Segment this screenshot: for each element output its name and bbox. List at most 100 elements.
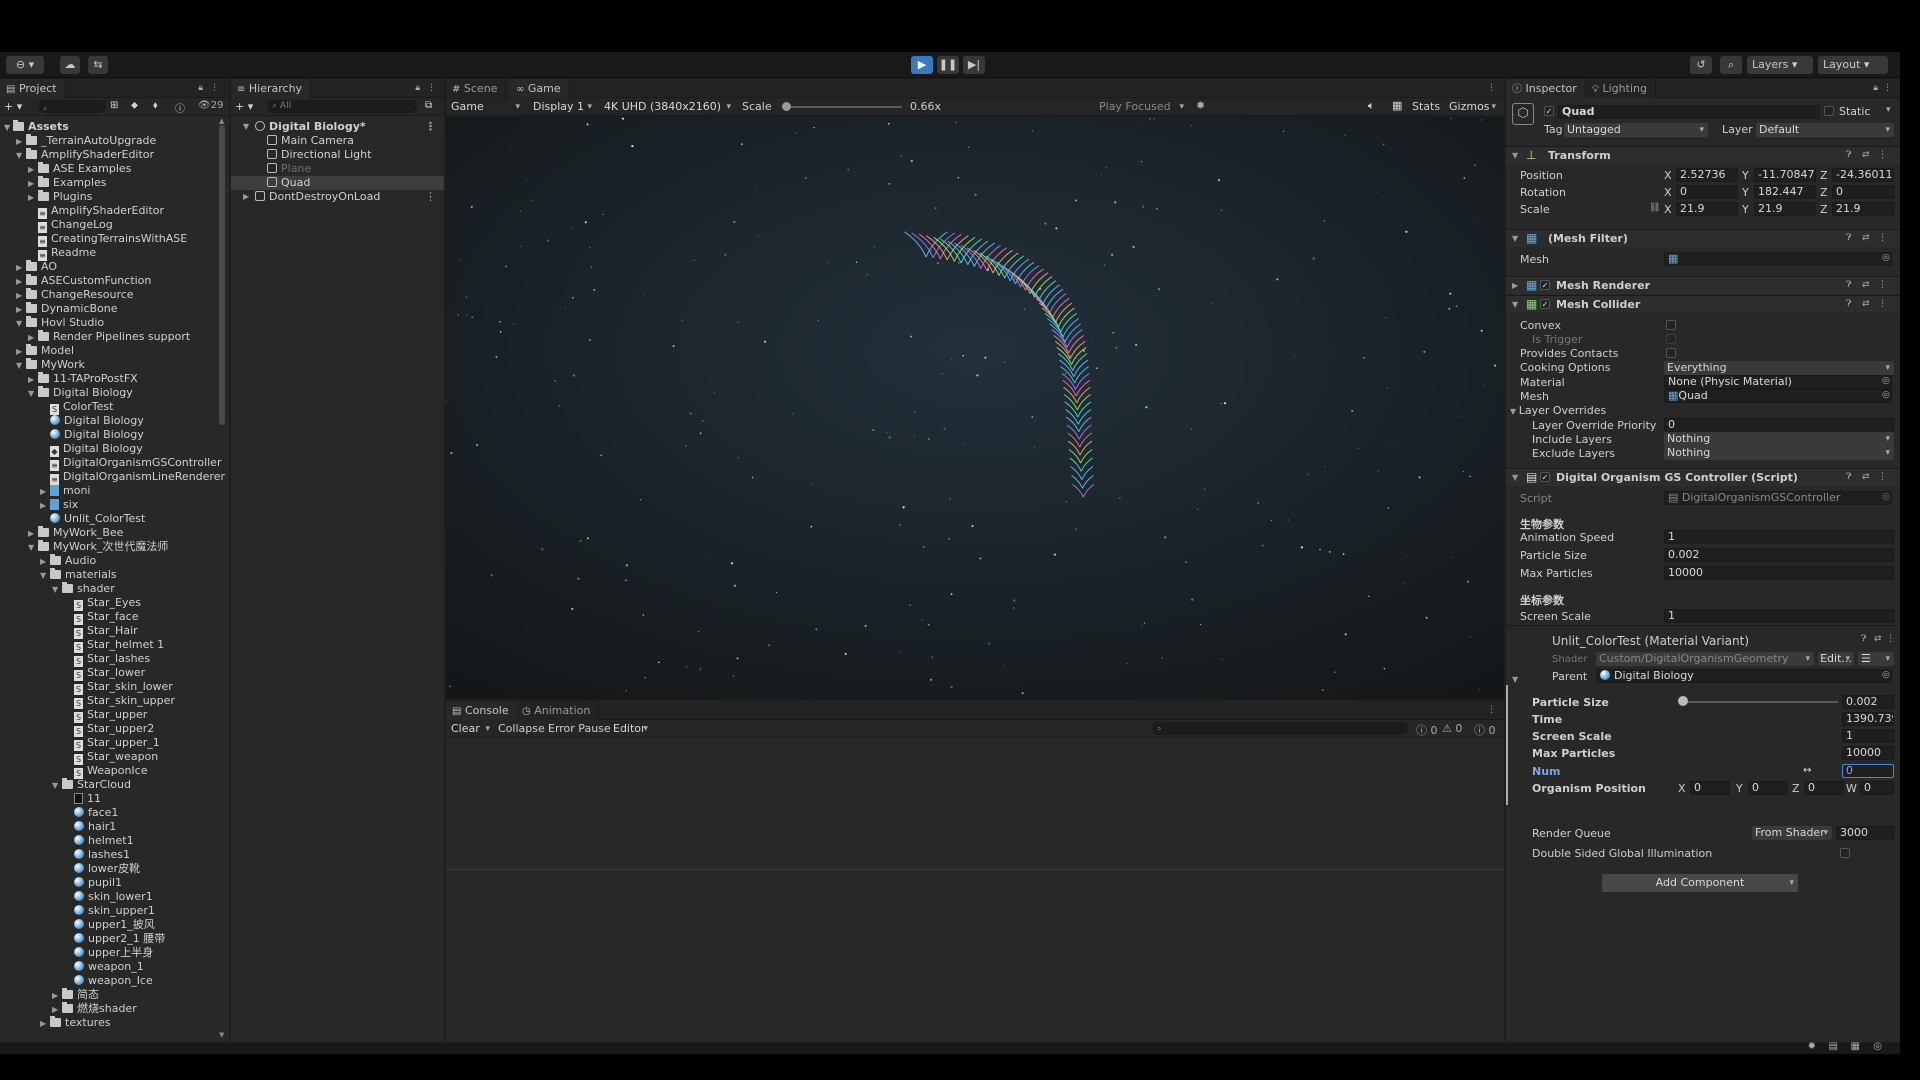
project-item[interactable]: ▼ shader xyxy=(52,582,115,596)
aspect-icon[interactable]: ▦ xyxy=(1392,99,1402,112)
kebab-menu-icon[interactable]: ⋮ xyxy=(1487,83,1496,93)
project-item[interactable]: ▼ Hovl Studio xyxy=(16,316,104,330)
pos-z-field[interactable]: -24.36011 xyxy=(1832,168,1894,182)
is-trigger-checkbox[interactable] xyxy=(1666,334,1676,344)
auto-generate-lighting-icon[interactable]: ◎ xyxy=(1873,1041,1882,1052)
project-item[interactable]: S Star_weapon xyxy=(64,750,158,765)
lock-icon[interactable]: 🔒︎ xyxy=(415,83,420,93)
script-enabled-checkbox[interactable]: ✓ xyxy=(1540,472,1550,482)
hierarchy-item[interactable]: Plane xyxy=(231,162,444,176)
hierarchy-item[interactable]: Quad xyxy=(231,176,444,190)
favorite-icon[interactable]: ⬧ xyxy=(153,100,158,111)
pause-button[interactable]: ❚❚ xyxy=(937,56,959,74)
step-button[interactable]: ▶| xyxy=(963,56,985,74)
mesh-filter-header[interactable]: ▼ ▦ (Mesh Filter) ❓︎ ⇄ ⋮ xyxy=(1506,229,1900,247)
edit-shader-button[interactable]: Edit... xyxy=(1818,652,1854,666)
project-item[interactable]: ▶ 11-TAProPostFX xyxy=(28,372,138,386)
stats-button[interactable]: Stats xyxy=(1412,100,1440,113)
expanded-arrow-icon[interactable]: ▼ xyxy=(16,317,26,331)
mat-particle-size-field[interactable]: 0.002 xyxy=(1842,695,1894,709)
particle-size-field[interactable]: 0.002 xyxy=(1664,548,1894,562)
project-item[interactable]: S Star_upper_1 xyxy=(64,736,160,751)
pos-x-field[interactable]: 2.52736 xyxy=(1676,168,1738,182)
exclude-layers-dropdown[interactable]: Nothing xyxy=(1664,446,1894,460)
y-axis-label[interactable]: Y xyxy=(1742,186,1749,199)
project-item[interactable]: ▼ MyWork_次世代魔法师 xyxy=(28,540,168,554)
project-item[interactable]: S ColorTest xyxy=(40,400,113,415)
material-foldout-icon[interactable]: ▼ xyxy=(1512,675,1518,684)
rot-x-field[interactable]: 0 xyxy=(1676,185,1738,199)
project-item[interactable]: upper上半身 xyxy=(64,946,153,960)
project-item[interactable]: ▶ DynamicBone xyxy=(16,302,118,316)
error-count[interactable]: ⓘ 0 xyxy=(1474,722,1496,738)
bug-icon[interactable]: ✹ xyxy=(1196,99,1205,112)
active-checkbox[interactable]: ✓ xyxy=(1544,106,1554,116)
foldout-arrow-icon[interactable]: ▼ xyxy=(243,120,249,134)
shader-options-dropdown[interactable]: ☰ xyxy=(1858,652,1894,666)
project-item[interactable]: hair1 xyxy=(64,820,116,834)
filter-type-icon[interactable]: ⊞ xyxy=(110,100,118,111)
project-item[interactable]: ▶ six xyxy=(40,498,78,512)
expanded-arrow-icon[interactable]: ▼ xyxy=(16,149,26,163)
lock-icon[interactable]: 🔒︎ xyxy=(198,83,203,93)
gizmos-dropdown[interactable]: Gizmos xyxy=(1446,100,1500,114)
project-item[interactable]: ▶ Audio xyxy=(40,554,96,568)
z-axis-label[interactable]: Z xyxy=(1820,186,1828,199)
presets-icon[interactable]: ⇄ xyxy=(1862,280,1870,290)
x-axis-label[interactable]: X xyxy=(1664,169,1672,182)
kebab-menu-icon[interactable]: ⋮ xyxy=(1883,83,1892,93)
provides-contacts-checkbox[interactable] xyxy=(1666,348,1676,358)
project-item[interactable]: ▶ 燃烧shader xyxy=(52,1002,137,1016)
collab-icon[interactable]: ⇆ xyxy=(88,56,108,74)
convex-checkbox[interactable] xyxy=(1666,320,1676,330)
render-queue-field[interactable]: 3000 xyxy=(1836,826,1894,840)
expanded-arrow-icon[interactable]: ▼ xyxy=(52,583,62,597)
help-icon[interactable]: ❓︎ xyxy=(1846,150,1851,160)
collapsed-arrow-icon[interactable]: ▶ xyxy=(28,373,38,387)
layer-overrides-foldout[interactable]: ▼ Layer Overrides xyxy=(1510,404,1606,417)
project-item[interactable]: Digital Biology xyxy=(40,428,144,442)
project-item[interactable]: 11 xyxy=(64,792,101,806)
kebab-menu-icon[interactable]: ⋮ xyxy=(425,120,436,134)
object-name-field[interactable]: Quad xyxy=(1558,105,1820,119)
org-pos-x-field[interactable]: 0 xyxy=(1690,781,1730,795)
hierarchy-item[interactable]: Main Camera xyxy=(231,134,444,148)
tab-inspector[interactable]: ⓘ Inspector xyxy=(1506,79,1586,98)
project-item[interactable]: ▶ MyWork_Bee xyxy=(28,526,123,540)
project-item[interactable]: S Star_face xyxy=(64,610,139,625)
help-icon[interactable]: ❓︎ xyxy=(1846,299,1851,309)
tab-scene[interactable]: # Scene xyxy=(446,79,507,98)
help-icon[interactable]: ❓︎ xyxy=(1846,280,1851,290)
expanded-arrow-icon[interactable]: ▼ xyxy=(16,359,26,373)
project-item[interactable]: ≡ CreatingTerrainsWithASE xyxy=(28,232,187,247)
tag-dropdown[interactable]: Untagged xyxy=(1564,123,1708,137)
project-item[interactable]: skin_upper1 xyxy=(64,904,155,918)
time-field[interactable]: 1390.739 xyxy=(1842,712,1894,726)
presets-icon[interactable]: ⇄ xyxy=(1862,472,1870,482)
mesh-collider-header[interactable]: ▼ ▦ ✓ Mesh Collider ❓︎ ⇄ ⋮ xyxy=(1506,295,1900,313)
project-scrollbar[interactable] xyxy=(219,125,225,425)
warning-count[interactable]: ⚠ 0 xyxy=(1442,722,1462,735)
game-viewport[interactable] xyxy=(446,117,1504,699)
project-item[interactable]: S Star_Eyes xyxy=(64,596,141,611)
layer-override-priority-field[interactable]: 0 xyxy=(1664,418,1894,432)
kebab-menu-icon[interactable]: ⋮ xyxy=(1878,150,1887,160)
expanded-arrow-icon[interactable]: ▼ xyxy=(52,779,62,793)
shader-dropdown[interactable]: Custom/DigitalOrganismGeometry xyxy=(1596,652,1814,666)
project-item[interactable]: S Star_skin_upper xyxy=(64,694,175,709)
scl-z-field[interactable]: 21.9 xyxy=(1832,202,1894,216)
max-particles-field[interactable]: 10000 xyxy=(1664,566,1894,580)
account-dropdown[interactable]: ⊖ ▾ xyxy=(6,56,44,74)
project-item[interactable]: S WeaponIce xyxy=(64,764,147,779)
tree-root-assets[interactable]: ▼ Assets xyxy=(4,120,69,134)
x-axis-label[interactable]: X xyxy=(1664,186,1672,199)
collapsed-arrow-icon[interactable]: ▶ xyxy=(28,163,38,177)
static-dropdown-arrow[interactable]: ▾ xyxy=(1886,105,1891,115)
project-item[interactable]: ≡ DigitalOrganismLineRenderer xyxy=(40,470,225,485)
org-pos-w-field[interactable]: 0 xyxy=(1860,781,1894,795)
tab-lighting[interactable]: 💡︎ Lighting xyxy=(1586,79,1656,98)
particle-size-slider-handle[interactable] xyxy=(1678,696,1688,706)
collapsed-arrow-icon[interactable]: ▶ xyxy=(28,177,38,191)
expanded-arrow-icon[interactable]: ▼ xyxy=(40,569,50,583)
kebab-menu-icon[interactable]: ⋮ xyxy=(427,83,436,93)
